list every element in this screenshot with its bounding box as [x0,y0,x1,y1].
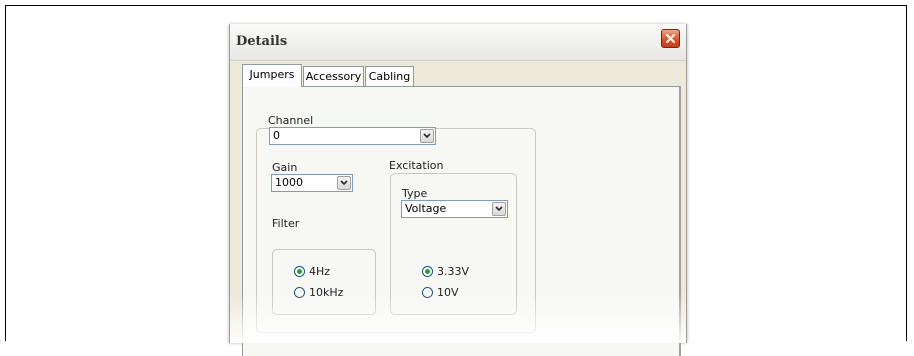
excitation-option-10v[interactable]: 10V [422,286,459,299]
gain-select[interactable]: 1000 [271,174,353,192]
filter-group [272,249,376,315]
radio-unchecked [294,287,305,298]
gain-label: Gain [272,161,298,174]
excitation-option-3v[interactable]: 3.33V [422,265,469,278]
channel-value: 0 [273,129,280,142]
type-label: Type [402,187,428,200]
excitation-option-label: 10V [437,286,459,299]
type-value: Voltage [405,202,447,215]
filter-option-label: 10kHz [309,286,344,299]
chevron-down-icon [492,202,506,216]
close-button[interactable] [661,29,680,48]
filter-option-10khz[interactable]: 10kHz [294,286,343,299]
chevron-down-icon [337,176,351,190]
excitation-label: Excitation [389,159,444,172]
filter-option-4hz[interactable]: 4Hz [294,265,330,278]
title-bar: Details [230,24,686,61]
jumpers-tab-panel: Channel 0 Gain 1000 Filter 4Hz 10kHz Exc… [242,86,681,356]
radio-unchecked [422,287,433,298]
tab-accessory[interactable]: Accessory [303,66,364,86]
tab-cabling[interactable]: Cabling [365,66,414,86]
radio-checked [422,266,433,277]
channel-select[interactable]: 0 [269,127,436,145]
chevron-down-icon [420,129,434,143]
gain-value: 1000 [275,176,303,189]
close-icon [666,34,675,43]
window-title: Details [236,34,288,49]
channel-label: Channel [268,114,316,127]
radio-checked [294,266,305,277]
type-select[interactable]: Voltage [401,200,508,218]
filter-label: Filter [272,217,300,230]
filter-option-label: 4Hz [309,265,331,278]
excitation-option-label: 3.33V [437,265,470,278]
tab-jumpers[interactable]: Jumpers [242,64,302,87]
details-dialog: Details Jumpers Accessory Cabling Channe… [229,24,687,356]
